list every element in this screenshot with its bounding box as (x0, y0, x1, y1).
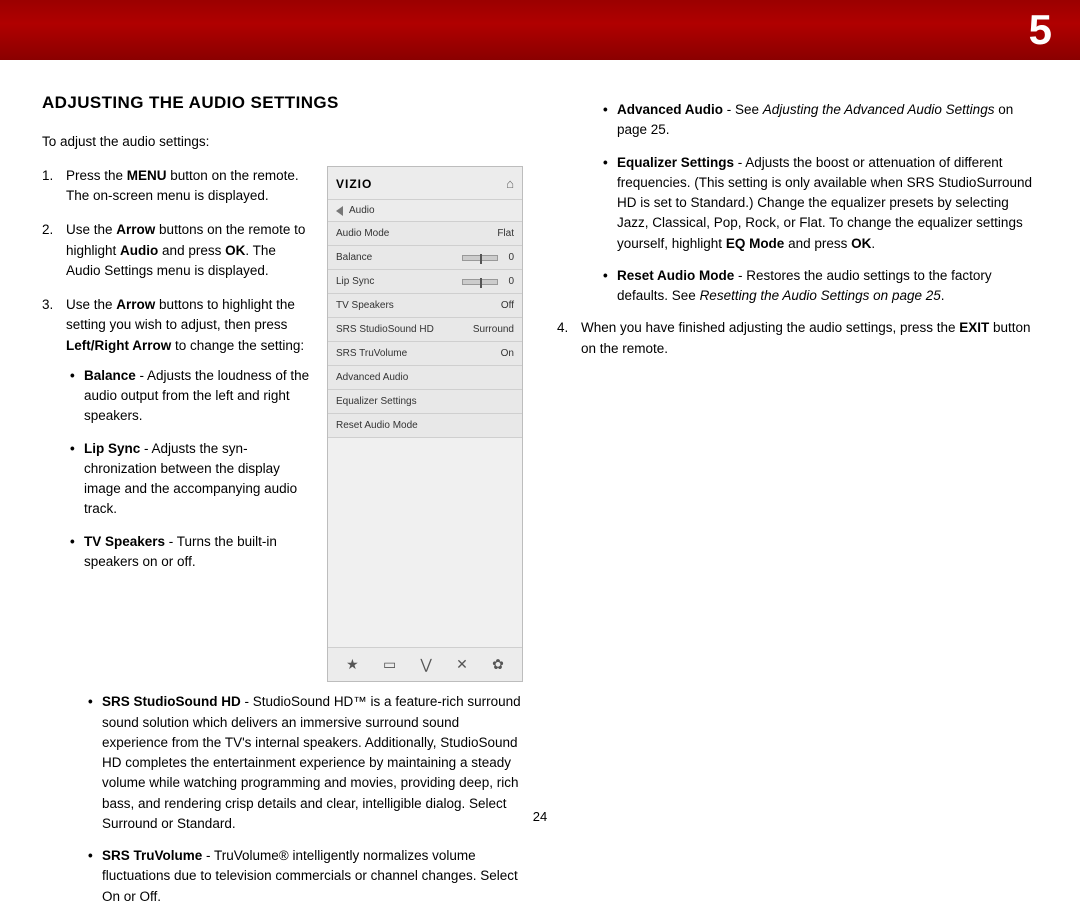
osd-row: SRS TruVolumeOn (328, 341, 522, 365)
slider-icon (462, 255, 498, 261)
v-icon: ⋁ (420, 654, 431, 675)
chapter-header: 5 (0, 0, 1080, 60)
osd-row: Advanced Audio (328, 365, 522, 389)
sub-equalizer: Equalizer Settings - Adjusts the boost o… (599, 153, 1038, 254)
osd-row: SRS StudioSound HDSurround (328, 317, 522, 341)
gear-icon: ✿ (492, 654, 504, 675)
intro-text: To adjust the audio settings: (42, 132, 523, 152)
osd-row: Reset Audio Mode (328, 413, 522, 437)
section-heading: ADJUSTING THE AUDIO SETTINGS (42, 90, 523, 116)
osd-row: Equalizer Settings (328, 389, 522, 413)
page-content: ADJUSTING THE AUDIO SETTINGS To adjust t… (0, 60, 1080, 919)
sub-srs-truvolume: SRS TruVolume - TruVolume® intelligently… (84, 846, 523, 907)
step-4: When you have finished adjusting the aud… (557, 318, 1038, 359)
slider-icon (462, 279, 498, 285)
steps-list: Press the MENU button on the remote. The… (42, 166, 311, 572)
step-3: Use the Arrow buttons to highlight the s… (42, 295, 311, 572)
osd-logo: VIZIO (336, 175, 372, 193)
sub-advanced-audio: Advanced Audio - See Adjusting the Advan… (599, 100, 1038, 141)
osd-panel: VIZIO ⌂ Audio Audio ModeFlatBalance 0Lip… (327, 166, 523, 683)
left-column: ADJUSTING THE AUDIO SETTINGS To adjust t… (42, 90, 523, 919)
star-icon: ★ (346, 654, 359, 675)
sub-lipsync: Lip Sync - Adjusts the syn-chronization … (66, 439, 311, 520)
osd-footer: ★ ▭ ⋁ ✕ ✿ (328, 647, 522, 681)
page-number: 24 (0, 809, 1080, 824)
osd-row: Balance 0 (328, 245, 522, 269)
osd-row: TV SpeakersOff (328, 293, 522, 317)
steps-list-continued: When you have finished adjusting the aud… (557, 318, 1038, 359)
back-icon (336, 206, 343, 216)
sub-balance: Balance - Adjusts the loudness of the au… (66, 366, 311, 427)
osd-blank-area (328, 437, 522, 647)
wide-icon: ▭ (383, 654, 396, 675)
sub-reset-audio: Reset Audio Mode - Restores the audio se… (599, 266, 1038, 307)
step3-sublist-right: Advanced Audio - See Adjusting the Advan… (557, 100, 1038, 306)
step3-sublist-narrow: Balance - Adjusts the loudness of the au… (66, 366, 311, 572)
osd-breadcrumb: Audio (328, 199, 522, 221)
sub-tvspeakers: TV Speakers - Turns the built-in speaker… (66, 532, 311, 573)
right-column: Advanced Audio - See Adjusting the Advan… (557, 90, 1038, 919)
osd-row: Lip Sync 0 (328, 269, 522, 293)
home-icon: ⌂ (506, 174, 514, 194)
close-icon: ✕ (456, 654, 468, 675)
step3-sublist-wide: SRS StudioSound HD - StudioSound HD™ is … (42, 692, 523, 907)
step-1: Press the MENU button on the remote. The… (42, 166, 311, 207)
chapter-number: 5 (1029, 6, 1052, 54)
osd-row: Audio ModeFlat (328, 221, 522, 245)
step-2: Use the Arrow buttons on the remote to h… (42, 220, 311, 281)
